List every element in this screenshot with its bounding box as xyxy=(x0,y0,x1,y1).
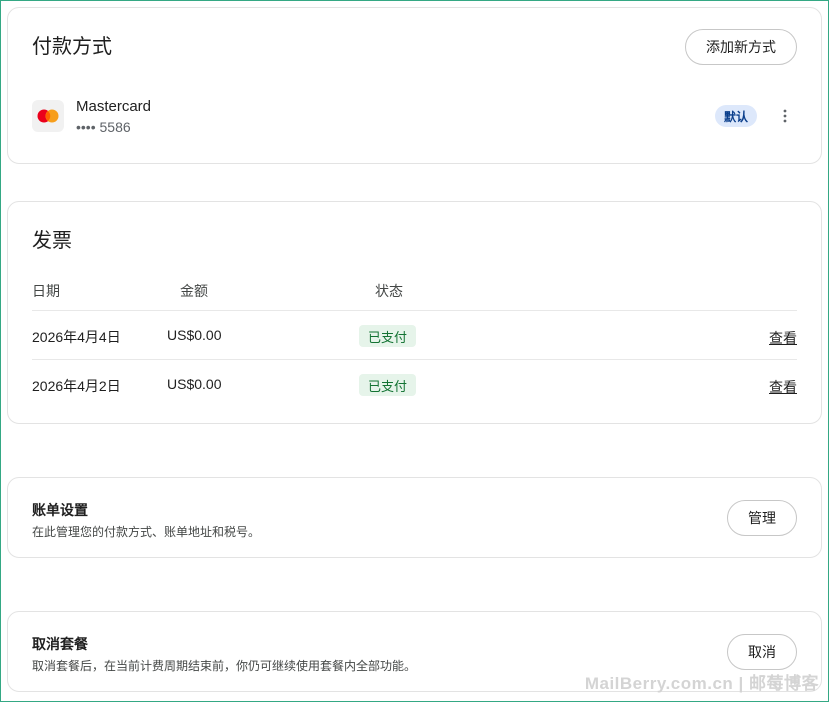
cancel-button[interactable]: 取消 xyxy=(727,634,797,670)
table-divider xyxy=(32,359,797,360)
payment-methods-title: 付款方式 xyxy=(32,36,112,58)
more-options-icon[interactable] xyxy=(777,106,793,126)
invoice-date: 2026年4月2日 xyxy=(32,378,121,394)
invoice-amount: US$0.00 xyxy=(167,376,222,392)
invoice-date: 2026年4月4日 xyxy=(32,329,121,345)
column-header-amount: 金额 xyxy=(180,283,208,299)
default-badge: 默认 xyxy=(714,105,757,127)
column-header-date: 日期 xyxy=(32,283,60,299)
manage-button[interactable]: 管理 xyxy=(727,500,797,536)
view-invoice-link[interactable]: 查看 xyxy=(769,377,797,397)
billing-settings-description: 在此管理您的付款方式、账单地址和税号。 xyxy=(32,525,261,539)
mastercard-icon xyxy=(32,100,64,132)
billing-settings-title: 账单设置 xyxy=(32,502,88,518)
watermark: MailBerry.com.cn | 邮莓博客 xyxy=(584,674,819,693)
payment-methods-card: 付款方式 添加新方式 Mastercard •••• 5586 默认 xyxy=(7,7,822,164)
view-invoice-link[interactable]: 查看 xyxy=(769,328,797,348)
payment-method-number: •••• 5586 xyxy=(76,119,131,135)
invoice-amount: US$0.00 xyxy=(167,327,222,343)
payment-method-brand: Mastercard xyxy=(76,98,152,115)
cancel-plan-title: 取消套餐 xyxy=(32,636,88,652)
invoices-card: 发票 日期 金额 状态 2026年4月4日 US$0.00 已支付 查看 202… xyxy=(7,201,822,424)
column-header-status: 状态 xyxy=(375,283,403,299)
cancel-plan-description: 取消套餐后，在当前计费周期结束前，你仍可继续使用套餐内全部功能。 xyxy=(32,659,417,673)
status-badge: 已支付 xyxy=(359,325,417,347)
billing-settings-card: 账单设置 在此管理您的付款方式、账单地址和税号。 管理 xyxy=(7,477,822,558)
invoices-title: 发票 xyxy=(32,230,72,252)
table-divider xyxy=(32,310,797,311)
status-badge: 已支付 xyxy=(359,374,417,396)
add-payment-method-button[interactable]: 添加新方式 xyxy=(685,29,797,65)
